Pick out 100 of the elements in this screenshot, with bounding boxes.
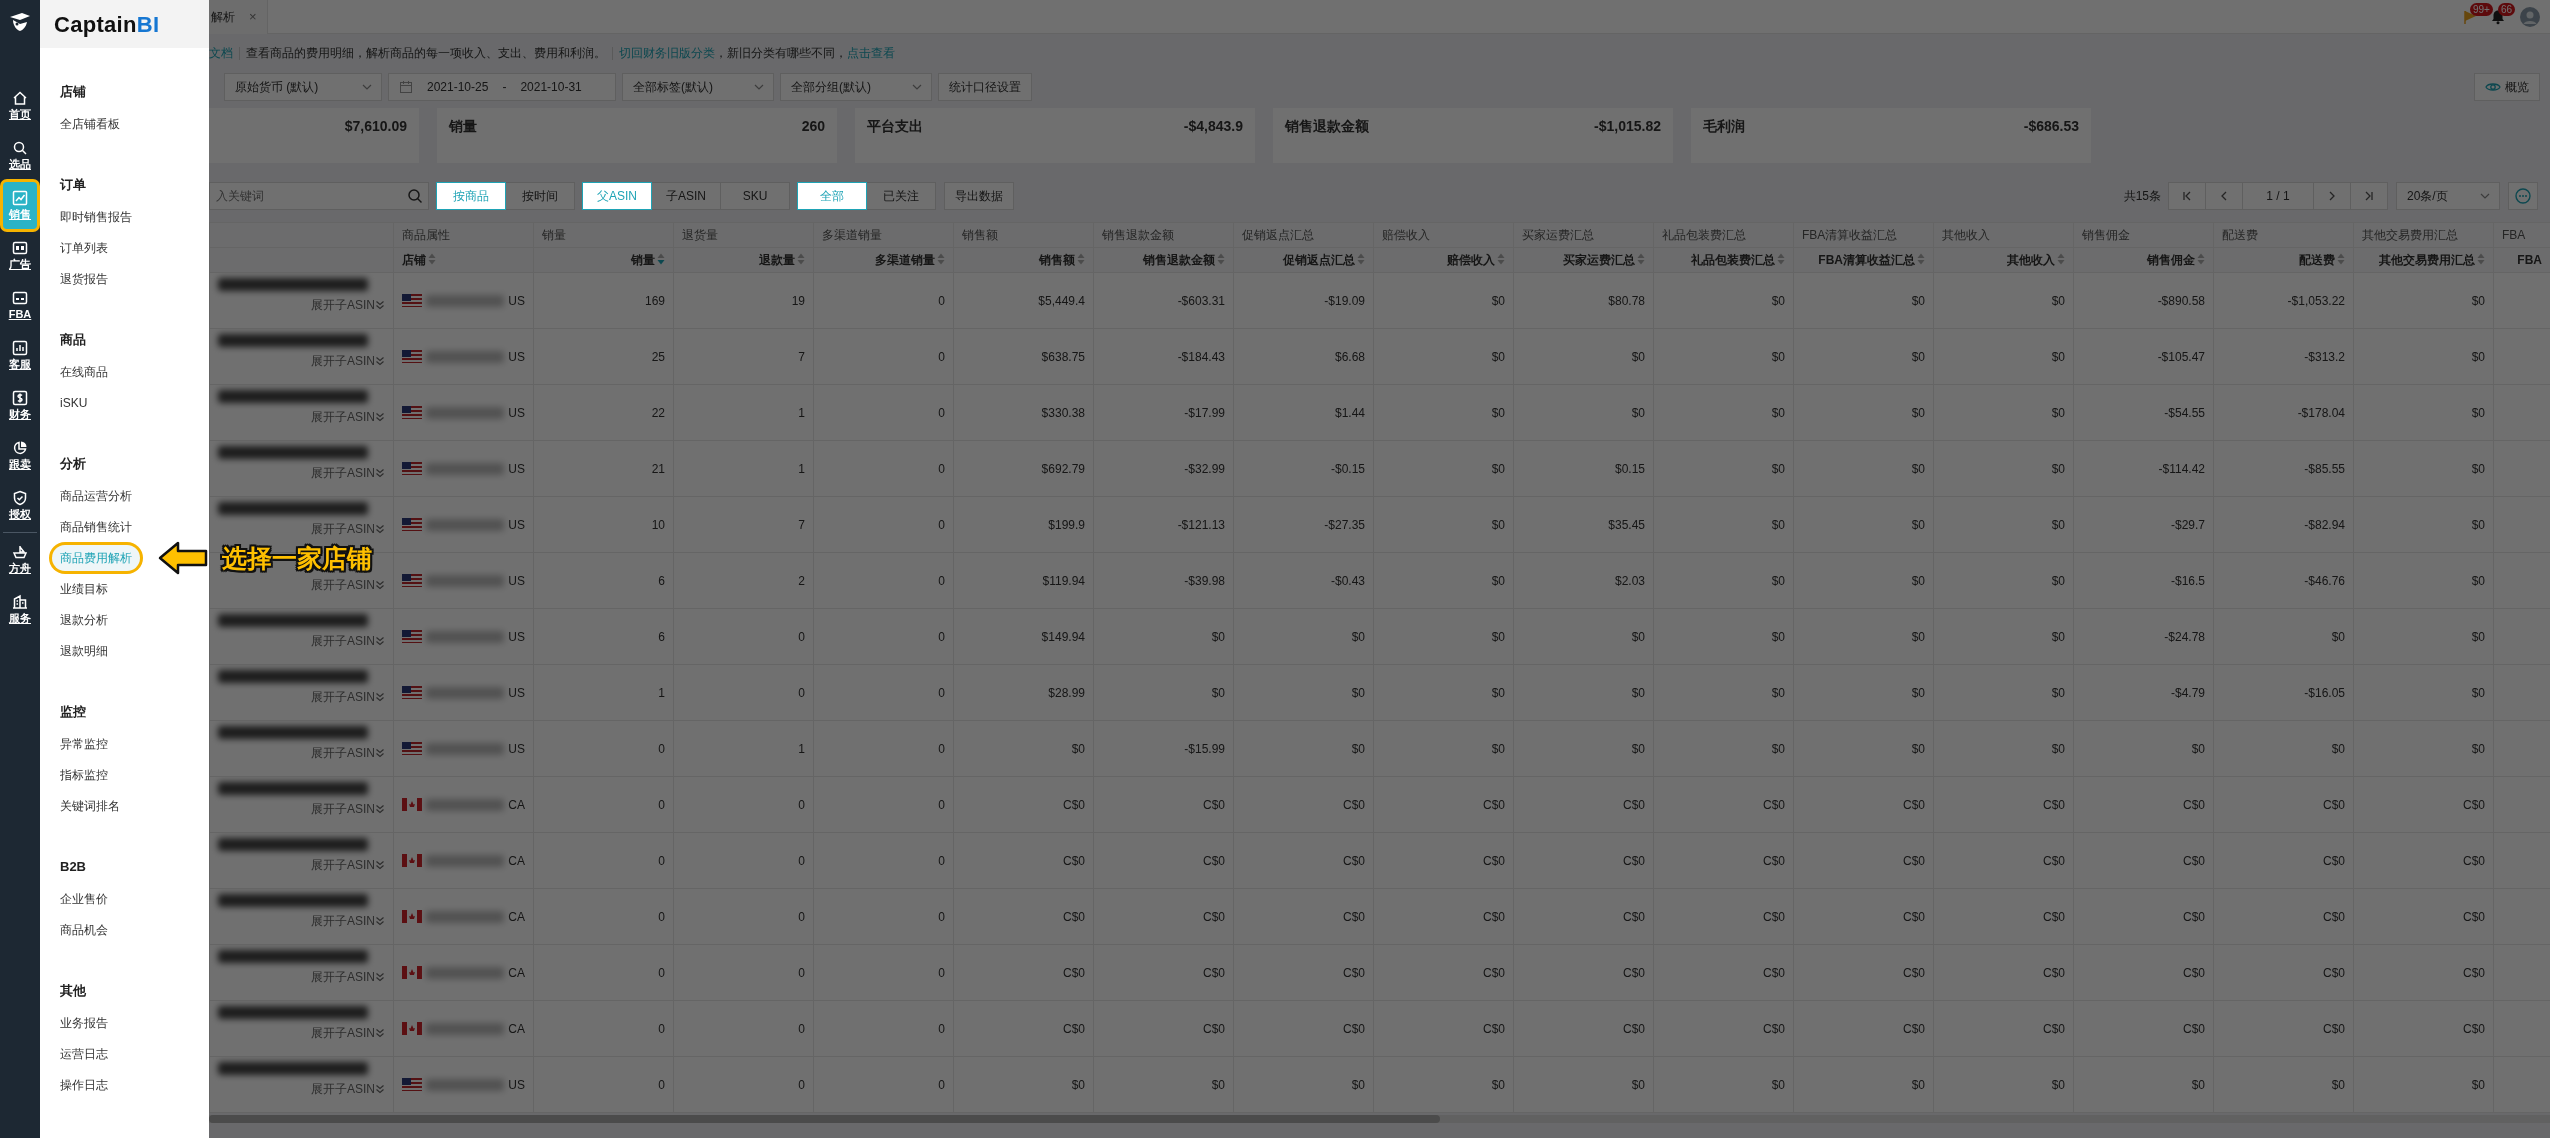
country-code: US [508, 516, 525, 534]
first-page-button[interactable] [2168, 182, 2206, 210]
column-header[interactable]: 礼品包装费汇总 [1653, 247, 1794, 273]
column-header[interactable]: 促销返点汇总 [1233, 247, 1374, 273]
menu-item[interactable]: 业绩目标 [52, 575, 116, 602]
overview-button[interactable]: 概览 [2474, 73, 2540, 101]
column-header[interactable]: 销售额 [953, 247, 1094, 273]
expand-link[interactable]: 展开子ASIN [311, 800, 385, 818]
sidebar-item[interactable]: 选品 [3, 132, 37, 179]
sidebar-item[interactable]: 广告 [3, 232, 37, 279]
select-field[interactable]: 原始货币 (默认) [224, 73, 382, 101]
column-header[interactable]: 销量 [533, 247, 674, 273]
double-chevron-icon [375, 860, 385, 870]
table-cell: $0 [1653, 440, 1794, 497]
date-range-field[interactable]: 2021-10-25 - 2021-10-31 [388, 73, 616, 101]
table-cell: $28.99 [953, 664, 1094, 721]
column-header[interactable]: FBA清算收益汇总 [1793, 247, 1934, 273]
last-page-button[interactable] [2350, 182, 2388, 210]
expand-link[interactable]: 展开子ASIN [311, 912, 385, 930]
switch-link[interactable]: 切回财务旧版分类 [619, 46, 715, 60]
sidebar-item[interactable]: 授权 [3, 482, 37, 529]
sidebar-item[interactable]: 方舟 [3, 536, 37, 583]
column-header[interactable]: 销售退款金额 [1093, 247, 1234, 273]
expand-link[interactable]: 展开子ASIN [311, 632, 385, 650]
menu-item[interactable]: 退款明细 [52, 637, 116, 664]
page-tab[interactable]: 解析 × [209, 0, 268, 34]
menu-item[interactable]: 即时销售报告 [52, 203, 140, 230]
column-header[interactable]: 其他交易费用汇总 [2353, 247, 2494, 273]
avatar-icon[interactable] [2520, 6, 2540, 27]
table-cell: C$0 [1093, 888, 1234, 945]
expand-link[interactable]: 展开子ASIN [311, 576, 385, 594]
column-header[interactable]: 配送费 [2213, 247, 2354, 273]
toggle-button[interactable]: 父ASIN [582, 182, 652, 210]
expand-link[interactable]: 展开子ASIN [311, 464, 385, 482]
toggle-button[interactable]: 按商品 [436, 182, 506, 210]
table-cell: $0 [1793, 608, 1934, 665]
view-link[interactable]: 点击查看 [847, 46, 895, 60]
expand-link[interactable]: 展开子ASIN [311, 968, 385, 986]
sidebar-item[interactable]: 客服 [3, 332, 37, 379]
menu-item[interactable]: 商品销售统计 [52, 513, 140, 540]
menu-item[interactable]: 异常监控 [52, 730, 116, 757]
scrollbar[interactable] [209, 1115, 1440, 1123]
column-header[interactable]: 其他收入 [1933, 247, 2074, 273]
double-chevron-icon [375, 636, 385, 646]
sidebar-item[interactable]: 财务 [3, 382, 37, 429]
sidebar-item[interactable]: 跟卖 [3, 432, 37, 479]
column-header[interactable]: 销售佣金 [2073, 247, 2214, 273]
expand-link[interactable]: 展开子ASIN [311, 408, 385, 426]
column-header[interactable]: 退款量 [673, 247, 814, 273]
toggle-button[interactable]: 全部 [797, 182, 867, 210]
column-group-header: 礼品包装费汇总 [1653, 222, 1794, 248]
menu-item[interactable]: 退款分析 [52, 606, 116, 633]
menu-item[interactable]: 退货报告 [52, 265, 116, 292]
page-size-select[interactable]: 20条/页 [2396, 182, 2500, 210]
menu-item[interactable]: 商品费用解析 [52, 544, 140, 571]
column-header[interactable]: 赔偿收入 [1373, 247, 1514, 273]
expand-link[interactable]: 展开子ASIN [311, 744, 385, 762]
toggle-button[interactable]: 按时间 [505, 182, 575, 210]
close-button[interactable]: × [249, 6, 257, 27]
expand-link[interactable]: 展开子ASIN [311, 688, 385, 706]
export-button[interactable]: 导出数据 [944, 182, 1014, 210]
settings-button[interactable]: 统计口径设置 [938, 73, 1032, 101]
sidebar-item[interactable]: 首页 [3, 82, 37, 129]
menu-item[interactable]: iSKU [52, 389, 96, 416]
sidebar-item[interactable]: FBA [3, 282, 37, 329]
menu-item[interactable]: 企业售价 [52, 885, 116, 912]
toggle-button[interactable]: SKU [720, 182, 790, 210]
table-cell: $0 [1793, 720, 1934, 777]
sidebar-item[interactable]: 服务 [3, 586, 37, 633]
table-cell: 19 [673, 272, 814, 329]
expand-link[interactable]: 展开子ASIN [311, 856, 385, 874]
menu-item[interactable]: 操作日志 [52, 1071, 116, 1098]
search-field[interactable]: 入关键词 [209, 182, 429, 210]
doc-link[interactable]: 文档 [209, 44, 233, 62]
menu-item[interactable]: 运营日志 [52, 1040, 116, 1067]
menu-item[interactable]: 业务报告 [52, 1009, 116, 1036]
previous-page-button[interactable] [2205, 182, 2243, 210]
expand-link[interactable]: 展开子ASIN [311, 296, 385, 314]
menu-item[interactable]: 全店铺看板 [52, 110, 128, 137]
settings-button[interactable] [2508, 182, 2538, 210]
table-cell: 0 [533, 888, 674, 945]
menu-item[interactable]: 商品运营分析 [52, 482, 140, 509]
select-field[interactable]: 全部标签(默认) [622, 73, 774, 101]
column-header[interactable]: 买家运费汇总 [1513, 247, 1654, 273]
column-header[interactable]: 店铺 [393, 247, 534, 273]
select-field[interactable]: 全部分组(默认) [780, 73, 932, 101]
column-header[interactable]: 多渠道销量 [813, 247, 954, 273]
toggle-button[interactable]: 已关注 [866, 182, 936, 210]
expand-link[interactable]: 展开子ASIN [311, 1024, 385, 1042]
expand-link[interactable]: 展开子ASIN [311, 1080, 385, 1098]
next-page-button[interactable] [2313, 182, 2351, 210]
expand-link[interactable]: 展开子ASIN [311, 520, 385, 538]
menu-item[interactable]: 在线商品 [52, 358, 116, 385]
menu-item[interactable]: 订单列表 [52, 234, 116, 261]
menu-item[interactable]: 指标监控 [52, 761, 116, 788]
toggle-button[interactable]: 子ASIN [651, 182, 721, 210]
menu-item[interactable]: 商品机会 [52, 916, 116, 943]
expand-link[interactable]: 展开子ASIN [311, 352, 385, 370]
sidebar-item[interactable]: 销售 [3, 182, 37, 229]
menu-item[interactable]: 关键词排名 [52, 792, 128, 819]
